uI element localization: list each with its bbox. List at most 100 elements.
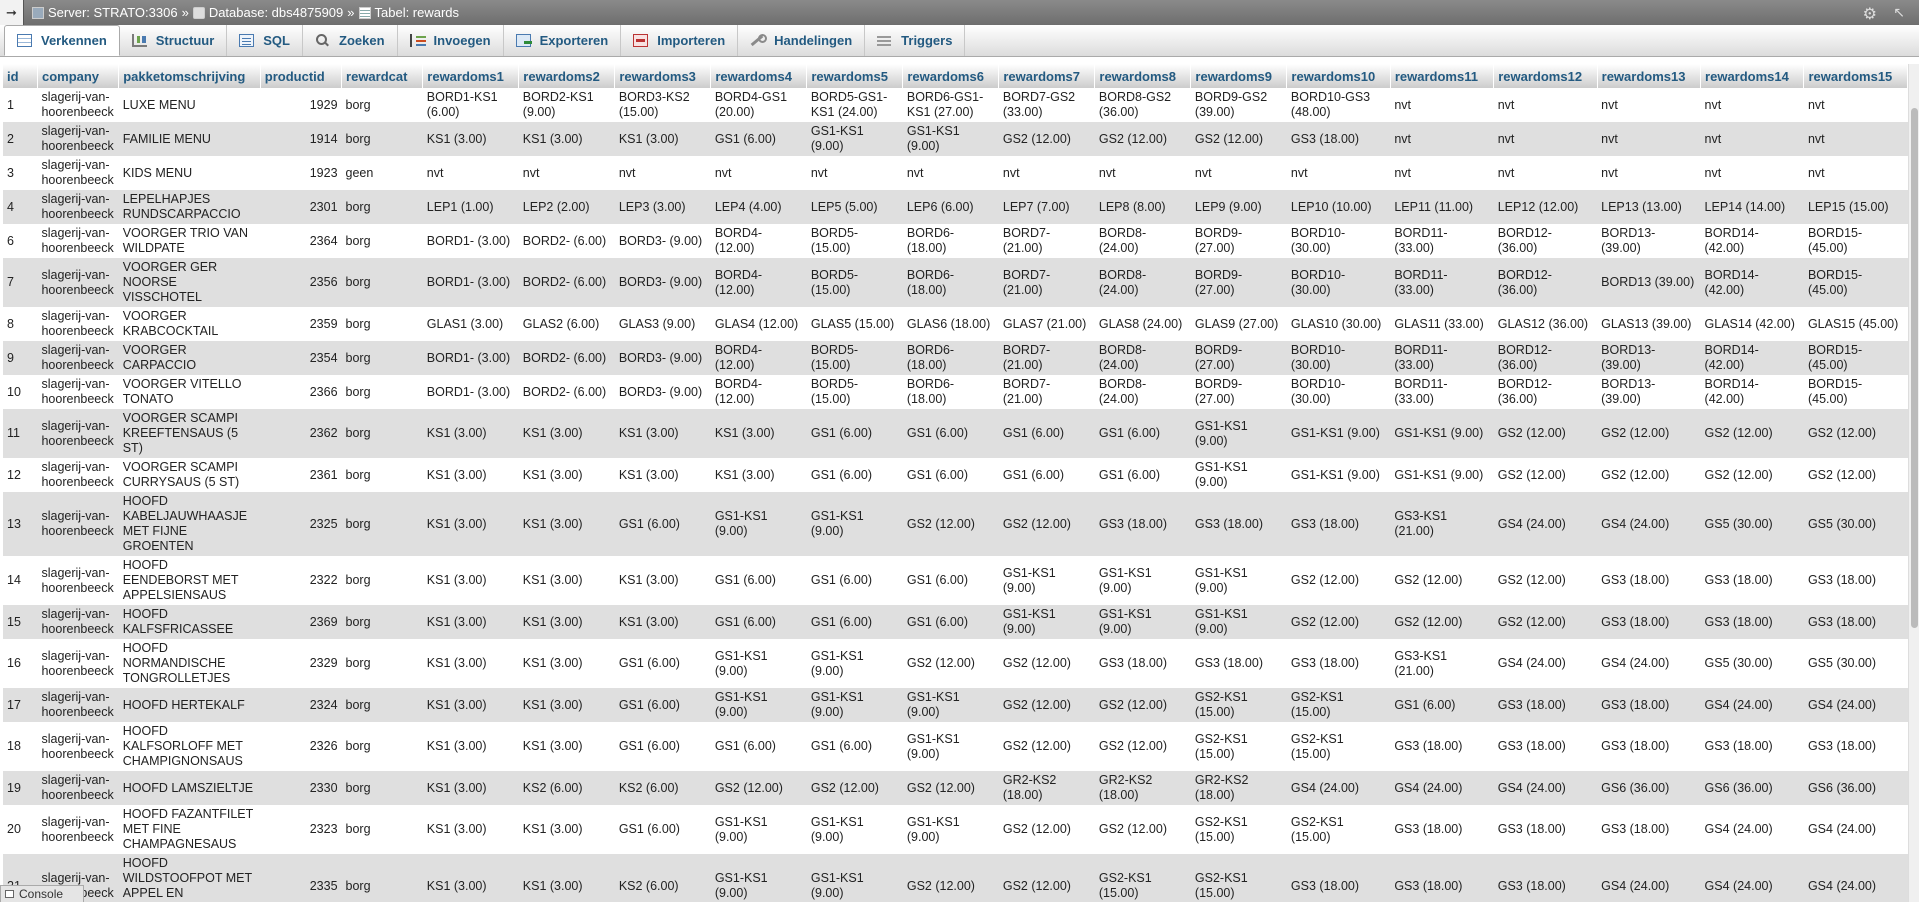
cell-rewardoms9[interactable]: nvt bbox=[1190, 156, 1287, 190]
cell-rewardoms11[interactable]: BORD11- (33.00) bbox=[1390, 341, 1494, 375]
cell-rewardoms13[interactable]: GS4 (24.00) bbox=[1597, 492, 1701, 556]
cell-rewardoms5[interactable]: GS1 (6.00) bbox=[806, 458, 903, 492]
cell-rewardoms12[interactable]: LEP12 (12.00) bbox=[1493, 190, 1598, 224]
cell-id[interactable]: 16 bbox=[3, 639, 38, 688]
cell-pakketomschrijving[interactable]: HOOFD FAZANTFILET MET FINE CHAMPAGNESAUS bbox=[118, 805, 261, 854]
cell-company[interactable]: slagerij-van-hoorenbeeck bbox=[37, 190, 119, 224]
table-row[interactable]: 6 slagerij-van-hoorenbeeck VOORGER TRIO VA… bbox=[3, 224, 1908, 258]
cell-rewardoms9[interactable]: BORD9- (27.00) bbox=[1190, 258, 1287, 307]
cell-id[interactable]: 18 bbox=[3, 722, 38, 771]
cell-rewardoms3[interactable]: KS2 (6.00) bbox=[614, 854, 711, 902]
cell-rewardoms2[interactable]: nvt bbox=[518, 156, 615, 190]
cell-rewardoms12[interactable]: GS2 (12.00) bbox=[1493, 409, 1598, 458]
cell-company[interactable]: slagerij-van-hoorenbeeck bbox=[37, 605, 119, 639]
navigation-toggle-arrow-icon[interactable]: ➞ bbox=[0, 0, 24, 25]
cell-rewardoms13[interactable]: BORD13- (39.00) bbox=[1597, 375, 1701, 409]
cell-rewardoms13[interactable]: GS2 (12.00) bbox=[1597, 458, 1701, 492]
cell-rewardoms6[interactable]: BORD6- (18.00) bbox=[902, 375, 999, 409]
cell-rewardoms14[interactable]: nvt bbox=[1700, 156, 1804, 190]
cell-productid[interactable]: 2325 bbox=[260, 492, 342, 556]
cell-rewardoms3[interactable]: GS1 (6.00) bbox=[614, 805, 711, 854]
cell-rewardoms4[interactable]: GS1-KS1 (9.00) bbox=[710, 854, 807, 902]
cell-rewardoms5[interactable]: GS1-KS1 (9.00) bbox=[806, 122, 903, 156]
cell-company[interactable]: slagerij-van-hoorenbeeck bbox=[37, 156, 119, 190]
table-row[interactable]: 16 slagerij-van-hoorenbeeck HOOFD NORMANDI… bbox=[3, 639, 1908, 688]
cell-rewardoms10[interactable]: BORD10- (30.00) bbox=[1286, 224, 1391, 258]
cell-rewardoms11[interactable]: GLAS11 (33.00) bbox=[1390, 307, 1494, 341]
cell-rewardoms1[interactable]: LEP1 (1.00) bbox=[422, 190, 519, 224]
cell-rewardoms9[interactable]: BORD9-GS2 (39.00) bbox=[1190, 88, 1287, 122]
cell-rewardoms8[interactable]: BORD8- (24.00) bbox=[1094, 375, 1191, 409]
cell-rewardoms6[interactable]: GLAS6 (18.00) bbox=[902, 307, 999, 341]
cell-rewardoms7[interactable]: GLAS7 (21.00) bbox=[998, 307, 1095, 341]
cell-rewardoms9[interactable]: GS1-KS1 (9.00) bbox=[1190, 409, 1287, 458]
breadcrumb-table[interactable]: Tabel: rewards bbox=[375, 5, 460, 20]
collapse-icon[interactable]: ↖ bbox=[1893, 4, 1905, 21]
cell-rewardoms1[interactable]: KS1 (3.00) bbox=[422, 492, 519, 556]
cell-rewardoms7[interactable]: BORD7- (21.00) bbox=[998, 375, 1095, 409]
cell-rewardoms2[interactable]: KS1 (3.00) bbox=[518, 722, 615, 771]
settings-gear-icon[interactable]: ⚙ bbox=[1863, 4, 1877, 24]
cell-rewardoms15[interactable]: GS4 (24.00) bbox=[1803, 805, 1908, 854]
cell-rewardoms2[interactable]: BORD2- (6.00) bbox=[518, 224, 615, 258]
cell-productid[interactable]: 2326 bbox=[260, 722, 342, 771]
cell-rewardoms7[interactable]: GS2 (12.00) bbox=[998, 688, 1095, 722]
cell-rewardoms11[interactable]: GS1 (6.00) bbox=[1390, 688, 1494, 722]
cell-rewardcat[interactable]: borg bbox=[341, 805, 423, 854]
table-row[interactable]: 11 slagerij-van-hoorenbeeck VOORGER SCAMPI… bbox=[3, 409, 1908, 458]
cell-pakketomschrijving[interactable]: KIDS MENU bbox=[118, 156, 261, 190]
table-row[interactable]: 9 slagerij-van-hoorenbeeck VOORGER CARPACC… bbox=[3, 341, 1908, 375]
table-row[interactable]: 21slagerij-van-hoorenbeeckHOOFD WILDSTOO… bbox=[3, 854, 1908, 902]
cell-id[interactable]: 20 bbox=[3, 805, 38, 854]
cell-rewardoms9[interactable]: GS2 (12.00) bbox=[1190, 122, 1287, 156]
cell-productid[interactable]: 2323 bbox=[260, 805, 342, 854]
cell-rewardoms5[interactable]: BORD5- (15.00) bbox=[806, 375, 903, 409]
cell-id[interactable]: 14 bbox=[3, 556, 38, 605]
cell-pakketomschrijving[interactable]: VOORGER KRABCOCKTAIL bbox=[118, 307, 261, 341]
column-header-rewardoms1[interactable]: rewardoms1 bbox=[422, 64, 520, 88]
cell-rewardoms3[interactable]: GS1 (6.00) bbox=[614, 492, 711, 556]
cell-rewardoms6[interactable]: GS1 (6.00) bbox=[902, 409, 999, 458]
cell-rewardoms7[interactable]: GS1 (6.00) bbox=[998, 458, 1095, 492]
cell-rewardoms6[interactable]: GS2 (12.00) bbox=[902, 639, 999, 688]
cell-rewardoms9[interactable]: LEP9 (9.00) bbox=[1190, 190, 1287, 224]
cell-rewardoms4[interactable]: KS1 (3.00) bbox=[710, 409, 807, 458]
cell-pakketomschrijving[interactable]: HOOFD KABELJAUWHAASJE MET FIJNE GROENTEN bbox=[118, 492, 261, 556]
cell-rewardoms14[interactable]: GS6 (36.00) bbox=[1700, 771, 1804, 805]
table-row[interactable]: 2 slagerij-van-hoorenbeeck FAMILIE MENU 191… bbox=[3, 122, 1908, 156]
column-header-rewardoms13[interactable]: rewardoms13 bbox=[1597, 64, 1702, 88]
cell-rewardoms11[interactable]: GS2 (12.00) bbox=[1390, 605, 1494, 639]
cell-rewardoms13[interactable]: GS6 (36.00) bbox=[1597, 771, 1701, 805]
cell-rewardoms9[interactable]: GS1-KS1 (9.00) bbox=[1190, 458, 1287, 492]
cell-rewardoms4[interactable]: GS1 (6.00) bbox=[710, 605, 807, 639]
cell-rewardoms15[interactable]: GS3 (18.00) bbox=[1803, 556, 1908, 605]
cell-productid[interactable]: 2362 bbox=[260, 409, 342, 458]
cell-rewardoms15[interactable]: GS3 (18.00) bbox=[1803, 722, 1908, 771]
cell-rewardoms14[interactable]: nvt bbox=[1700, 122, 1804, 156]
cell-productid[interactable]: 2356 bbox=[260, 258, 342, 307]
cell-rewardoms8[interactable]: GS3 (18.00) bbox=[1094, 492, 1191, 556]
tab-invoegen[interactable]: Invoegen bbox=[398, 25, 504, 56]
cell-pakketomschrijving[interactable]: LUXE MENU bbox=[118, 88, 261, 122]
cell-rewardoms11[interactable]: GS3-KS1 (21.00) bbox=[1390, 492, 1494, 556]
cell-rewardoms12[interactable]: BORD12- (36.00) bbox=[1493, 341, 1598, 375]
cell-rewardoms10[interactable]: BORD10-GS3 (48.00) bbox=[1286, 88, 1391, 122]
cell-rewardoms2[interactable]: GLAS2 (6.00) bbox=[518, 307, 615, 341]
cell-rewardoms8[interactable]: GS2 (12.00) bbox=[1094, 688, 1191, 722]
cell-rewardcat[interactable]: borg bbox=[341, 556, 423, 605]
cell-rewardoms11[interactable]: LEP11 (11.00) bbox=[1390, 190, 1494, 224]
cell-company[interactable]: slagerij-van-hoorenbeeck bbox=[37, 122, 119, 156]
breadcrumb-server[interactable]: Server: STRATO:3306 bbox=[48, 5, 178, 20]
cell-rewardoms8[interactable]: BORD8- (24.00) bbox=[1094, 341, 1191, 375]
cell-id[interactable]: 12 bbox=[3, 458, 38, 492]
cell-rewardoms1[interactable]: KS1 (3.00) bbox=[422, 771, 519, 805]
cell-rewardoms7[interactable]: GS2 (12.00) bbox=[998, 805, 1095, 854]
cell-rewardoms15[interactable]: GS2 (12.00) bbox=[1803, 409, 1908, 458]
table-row[interactable]: 13 slagerij-van-hoorenbeeck HOOFD KABELJAU… bbox=[3, 492, 1908, 556]
cell-rewardoms14[interactable]: BORD14- (42.00) bbox=[1700, 375, 1804, 409]
cell-rewardcat[interactable]: borg bbox=[341, 190, 423, 224]
cell-rewardoms8[interactable]: GS2 (12.00) bbox=[1094, 722, 1191, 771]
cell-rewardoms7[interactable]: BORD7-GS2 (33.00) bbox=[998, 88, 1095, 122]
cell-rewardoms2[interactable]: KS1 (3.00) bbox=[518, 409, 615, 458]
cell-company[interactable]: slagerij-van-hoorenbeeck bbox=[37, 375, 119, 409]
